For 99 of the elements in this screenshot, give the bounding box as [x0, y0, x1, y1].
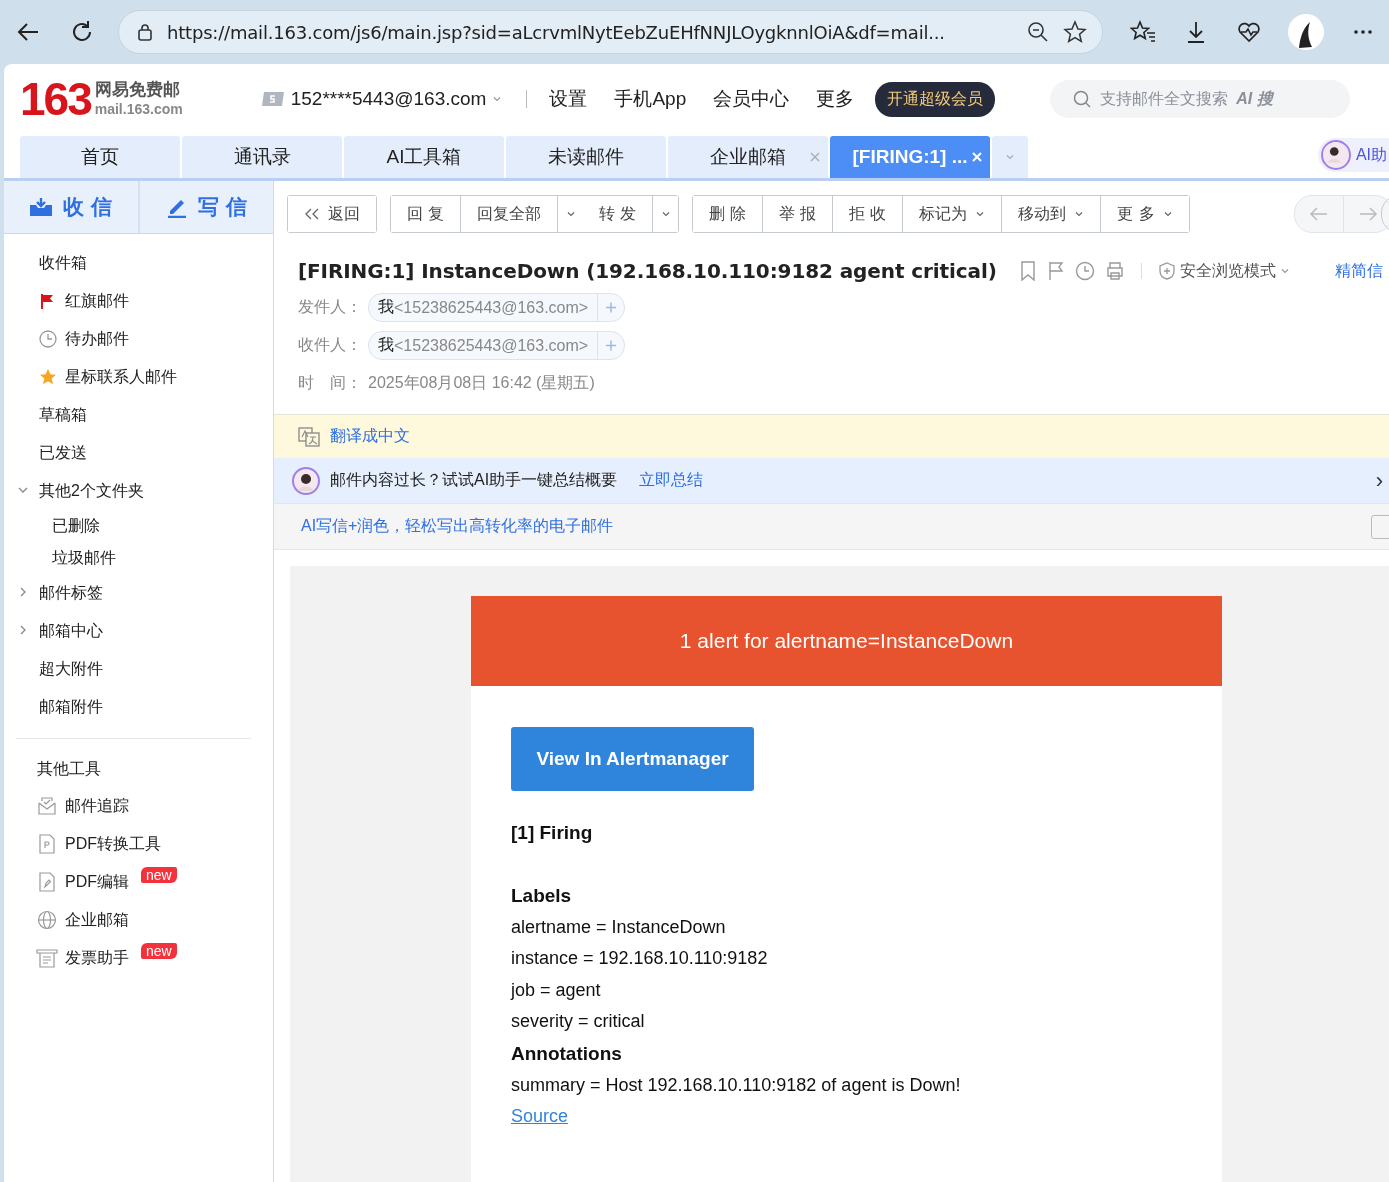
header-link[interactable]: 手机App — [614, 86, 687, 112]
chevron-icon — [1005, 152, 1015, 162]
toolbar-dropdown-button[interactable]: 更 多 — [1100, 196, 1189, 232]
nav-tab[interactable]: 未读邮件 — [506, 136, 666, 178]
clock-icon[interactable] — [1074, 261, 1095, 281]
logo-number: 163 — [20, 76, 91, 122]
url-text: https://mail.163.com/js6/main.jsp?sid=aLcrvmlNytEebZuEHfNNJLOygknnlOiA&df=mail... — [167, 21, 946, 43]
folder-item[interactable]: 超大附件 — [4, 650, 273, 688]
next-arrow-icon[interactable] — [1358, 207, 1378, 221]
contact-chip[interactable]: 我<15238625443@163.com> — [368, 331, 626, 360]
shield-icon — [1157, 262, 1176, 280]
label-line: alertname = InstanceDown — [511, 915, 727, 939]
alertmanager-button[interactable]: View In Alertmanager — [511, 727, 754, 791]
previous-arrow-icon[interactable] — [1309, 207, 1329, 221]
translate-icon — [298, 426, 320, 447]
email-subject: [FIRING:1] InstanceDown (192.168.10.110:9182 agent critical) — [298, 259, 997, 283]
assistant-avatar — [292, 466, 320, 495]
ai-summary-prompt: 邮件内容过长？试试AI助手一键总结概要 — [330, 470, 618, 490]
folder-item[interactable]: 邮箱中心 — [4, 612, 273, 650]
safe-mode-dropdown[interactable]: 安全浏览模式 — [1157, 260, 1290, 282]
tool-item[interactable]: PDF编辑 new — [4, 863, 273, 901]
label-line: instance = 192.168.10.110:9182 — [511, 947, 769, 971]
zoom-out-icon[interactable] — [1026, 20, 1050, 44]
tool-item[interactable]: PDF转换工具 — [4, 825, 273, 863]
folder-item[interactable]: 已删除 — [4, 510, 273, 542]
account-dropdown-icon — [492, 94, 503, 104]
address-bar[interactable]: https://mail.163.com/js6/main.jsp?sid=aLcrvmlNytEebZuEHfNNJLOygknnlOiA&df=mail... — [118, 10, 1103, 54]
print-icon[interactable] — [1104, 261, 1125, 281]
account-icon — [260, 91, 285, 107]
clock-icon — [39, 330, 57, 348]
nav-tab[interactable]: 企业邮箱 — [668, 136, 828, 178]
star-icon[interactable] — [1062, 19, 1088, 45]
folder-item[interactable]: 星标联系人邮件 — [4, 358, 273, 396]
chevron-icon — [1279, 266, 1290, 276]
receive-button[interactable]: 收 信 — [4, 181, 138, 233]
ad-icon[interactable] — [1371, 514, 1389, 539]
envelope-check-icon — [37, 796, 57, 816]
tool-item[interactable]: 邮件追踪 — [4, 787, 273, 825]
field-label: 收件人： — [298, 335, 362, 355]
compose-button[interactable]: 写 信 — [137, 181, 273, 233]
double-chevron-icon — [304, 208, 320, 220]
dropdown-toggle[interactable] — [652, 196, 679, 232]
vip-button[interactable]: 开通超级会员 — [875, 81, 996, 117]
folder-item[interactable]: 邮件标签 — [4, 574, 273, 612]
label-line: severity = critical — [511, 1010, 646, 1034]
field-label: 时 间： — [298, 373, 362, 393]
folder-item[interactable]: 垃圾邮件 — [4, 542, 273, 574]
header-link[interactable]: 设置 — [549, 86, 588, 112]
inbox-download-icon — [29, 197, 54, 217]
summarize-link[interactable]: 立即总结 — [639, 470, 704, 491]
source-link[interactable]: Source — [511, 1106, 569, 1127]
firing-heading: [1] Firing — [511, 822, 594, 844]
account-name[interactable]: 152****5443@163.com — [290, 88, 487, 110]
folder-item[interactable]: 邮箱附件 — [4, 688, 273, 726]
flag-icon[interactable] — [1046, 261, 1065, 281]
folder-item[interactable]: 已发送 — [4, 434, 273, 472]
bookmark-icon[interactable] — [1018, 261, 1037, 281]
new-badge: new — [141, 943, 177, 959]
folder-item[interactable]: 待办邮件 — [4, 320, 273, 358]
star-icon — [39, 368, 57, 386]
labels-heading: Labels — [511, 884, 573, 908]
sent-time: 2025年08月08日 16:42 (星期五) — [368, 373, 595, 393]
folder-item[interactable]: 其他2个文件夹 — [4, 472, 273, 510]
back-button[interactable]: 返回 — [288, 196, 376, 232]
document-icon — [38, 834, 56, 854]
mail-navigation[interactable] — [1294, 195, 1389, 233]
brief-info-link[interactable]: 精简信 — [1335, 260, 1383, 282]
lock-icon[interactable] — [135, 22, 155, 42]
globe-icon — [37, 910, 57, 930]
alert-title: 1 alert for alertname=InstanceDown — [679, 629, 1014, 653]
folder-item[interactable]: 红旗邮件 — [4, 282, 273, 320]
folder-item[interactable]: 收件箱 — [4, 244, 273, 282]
folder-item[interactable]: 草稿箱 — [4, 396, 273, 434]
contact-chip[interactable]: 我<15238625443@163.com> — [368, 293, 626, 322]
tool-item[interactable]: 企业邮箱 — [4, 901, 273, 939]
nav-tab[interactable]: AI工具箱 — [344, 136, 504, 178]
nav-tab[interactable]: 通讯录 — [182, 136, 342, 178]
logo-name: 网易免费邮 — [94, 81, 181, 98]
label-line: job = agent — [511, 978, 602, 1002]
assistant-avatar[interactable] — [1320, 140, 1351, 170]
collapse-arrow[interactable]: › — [1375, 467, 1383, 494]
header-link[interactable]: 更多 — [816, 86, 855, 112]
document-pen-icon — [38, 872, 56, 892]
close-tab-icon[interactable] — [810, 152, 820, 162]
receipt-printer-icon — [36, 948, 58, 968]
ai-write-link[interactable]: AI写信+润色，轻松写出高转化率的电子邮件 — [301, 516, 614, 537]
tool-item[interactable]: 发票助手 new — [4, 939, 273, 977]
section-title: 其他工具 — [36, 758, 102, 779]
field-label: 发件人： — [298, 297, 362, 317]
flag-icon — [39, 293, 55, 309]
new-badge: new — [141, 867, 177, 883]
header-link[interactable]: 会员中心 — [713, 86, 790, 112]
search-icon — [1072, 89, 1093, 109]
logo-domain: mail.163.com — [94, 101, 183, 117]
nav-tab[interactable]: 首页 — [20, 136, 180, 178]
annotation-line: summary = Host 192.168.10.110:9182 of agent is Down! — [511, 1073, 962, 1097]
translate-link[interactable]: 翻译成中文 — [330, 426, 410, 447]
profile-avatar[interactable] — [1288, 14, 1324, 50]
annotations-heading: Annotations — [511, 1041, 623, 1066]
